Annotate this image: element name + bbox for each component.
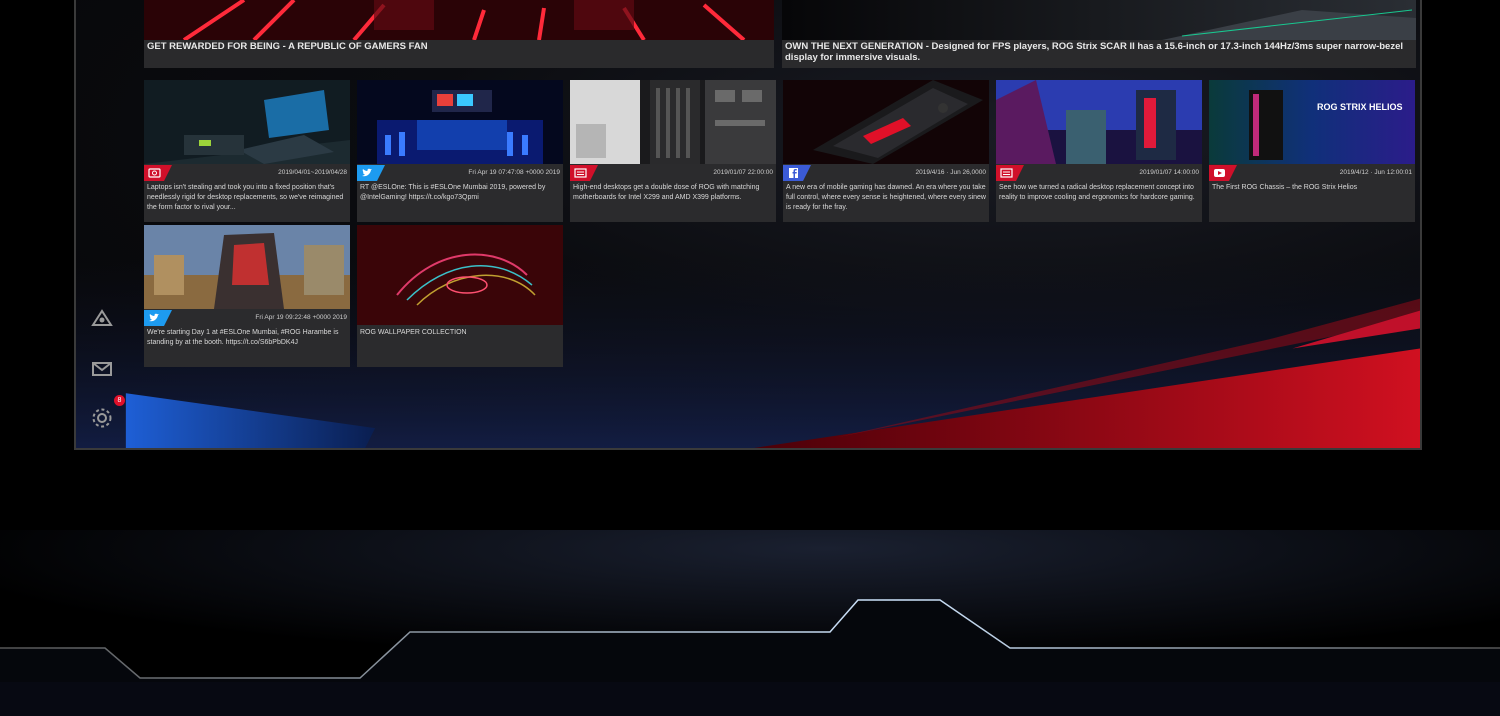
news-icon (570, 165, 598, 181)
card-thumbnail (144, 225, 350, 309)
banner-caption: GET REWARDED FOR BEING - A REPUBLIC OF G… (144, 40, 774, 68)
card-thumbnail (783, 80, 989, 164)
card-thumbnail (357, 225, 563, 325)
feed-card[interactable]: 2019/01/07 22:00:00 High-end desktops ge… (570, 80, 776, 222)
banner-image (144, 0, 774, 40)
card-thumbnail (357, 80, 563, 164)
monitor-screen: 8 GET REWARDED FOR BEING - A REPUBLIC OF… (74, 0, 1422, 450)
sidebar: 8 (76, 0, 128, 448)
facebook-icon (783, 165, 811, 181)
card-date: 2019/4/16 · Jun 26,0000 (915, 169, 986, 176)
card-date: Fri Apr 19 09:22:48 +0000 2019 (255, 314, 347, 321)
mail-icon[interactable] (90, 357, 114, 381)
feed-card[interactable]: ROG STRIX HELIOS 2019/4/12 · Jun 12:00:0… (1209, 80, 1415, 222)
card-text: A new era of mobile gaming has dawned. A… (786, 184, 986, 211)
banner-rewards[interactable]: GET REWARDED FOR BEING - A REPUBLIC OF G… (144, 0, 774, 68)
card-thumbnail (144, 80, 350, 164)
card-date: 2019/01/07 22:00:00 (713, 169, 773, 176)
notification-badge: 8 (114, 395, 125, 406)
feed-card[interactable]: Fri Apr 19 09:22:48 +0000 2019 We're sta… (144, 225, 350, 367)
card-thumbnail (570, 80, 776, 164)
twitter-icon (357, 165, 385, 181)
card-text: Laptops isn't stealing and took you into… (147, 184, 344, 211)
rog-eye-icon[interactable] (90, 305, 114, 329)
card-thumbnail: ROG STRIX HELIOS (1209, 80, 1415, 164)
feed-card[interactable]: 2019/4/16 · Jun 26,0000 A new era of mob… (783, 80, 989, 222)
banner-strix-scar[interactable]: OWN THE NEXT GENERATION - Designed for F… (782, 0, 1416, 68)
banner-caption: OWN THE NEXT GENERATION - Designed for F… (782, 40, 1416, 68)
card-date: 2019/01/07 14:00:00 (1139, 169, 1199, 176)
feed-card[interactable]: 2019/01/07 14:00:00 See how we turned a … (996, 80, 1202, 222)
camera-icon (144, 165, 172, 181)
card-text: We're starting Day 1 at #ESLOne Mumbai, … (147, 329, 339, 346)
feed-card[interactable]: ROG WALLPAPER COLLECTION (357, 225, 563, 367)
card-text: The First ROG Chassis – the ROG Strix He… (1212, 184, 1358, 191)
twitter-icon (144, 310, 172, 326)
card-date: 2019/4/12 · Jun 12:00:01 (1339, 169, 1412, 176)
card-text: See how we turned a radical desktop repl… (999, 184, 1195, 201)
thumb-overlay-text: ROG STRIX HELIOS (1317, 102, 1403, 112)
card-date: Fri Apr 19 07:47:08 +0000 2019 (468, 169, 560, 176)
card-text: ROG WALLPAPER COLLECTION (360, 329, 467, 336)
card-thumbnail (996, 80, 1202, 164)
youtube-icon (1209, 165, 1237, 181)
card-text: High-end desktops get a double dose of R… (573, 184, 760, 201)
gear-icon[interactable] (90, 406, 114, 430)
feed-card[interactable]: Fri Apr 19 07:47:08 +0000 2019 RT @ESLOn… (357, 80, 563, 222)
monitor-base (0, 530, 1500, 716)
banner-image (782, 0, 1416, 40)
news-icon (996, 165, 1024, 181)
card-date: 2019/04/01~2019/04/28 (278, 169, 347, 176)
feed-card[interactable]: 2019/04/01~2019/04/28 Laptops isn't stea… (144, 80, 350, 222)
card-text: RT @ESLOne: This is #ESLOne Mumbai 2019,… (360, 184, 546, 201)
